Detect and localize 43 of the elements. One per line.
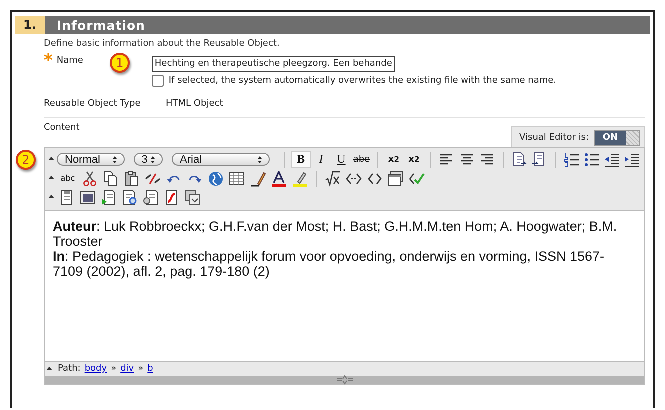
path-separator: » bbox=[138, 364, 144, 374]
path-label: Path: bbox=[58, 364, 81, 374]
numbered-list-icon[interactable] bbox=[562, 151, 582, 168]
mashup-icon[interactable] bbox=[183, 189, 203, 206]
checkbox-label: If selected, the system automatically overwrites the existing file with the same name. bbox=[168, 76, 557, 86]
path-link[interactable]: b bbox=[148, 364, 154, 374]
square-root-icon[interactable] bbox=[323, 170, 343, 187]
field-label: Content bbox=[44, 123, 80, 133]
callout-badge: 1 bbox=[110, 53, 130, 73]
resize-handle[interactable] bbox=[45, 376, 644, 384]
editor-paragraph: In: Pedagogiek : wetenschappelijk forum voor opvoeding, onderwijs en vorming, ISSN 1567-7109 (2002), afl. 2, pag. 179-180 (2) bbox=[53, 249, 606, 279]
path-link[interactable]: div bbox=[120, 364, 134, 374]
visual-editor-toggle[interactable]: ON bbox=[594, 130, 640, 146]
format-button[interactable]: B bbox=[291, 151, 311, 168]
path-separator: » bbox=[111, 364, 117, 374]
document-link-icon[interactable] bbox=[141, 189, 161, 206]
table-icon[interactable] bbox=[227, 170, 247, 187]
field-label: Name bbox=[56, 56, 84, 68]
dropdown[interactable]: Normal bbox=[57, 153, 125, 166]
editor-paragraph: Auteur: Luk Robbroeckx; G.H.F.van der Most; H. Bast; G.H.M.M.ten Hom; A. Hoogwater; B.M. Trooster bbox=[53, 219, 618, 249]
pencil-icon[interactable] bbox=[248, 170, 268, 187]
highlighter-icon[interactable] bbox=[290, 170, 310, 187]
field-label: Reusable Object Type bbox=[44, 99, 142, 109]
globe-icon[interactable] bbox=[206, 170, 226, 187]
format-button[interactable]: abe bbox=[352, 151, 372, 168]
section-title: Information bbox=[45, 16, 650, 34]
bullet-list-icon[interactable] bbox=[582, 151, 602, 168]
format-button[interactable]: I bbox=[312, 151, 331, 168]
section-number: 1. bbox=[15, 16, 45, 34]
field-value: HTML Object bbox=[166, 99, 224, 109]
dropdown[interactable]: 3 bbox=[134, 153, 164, 166]
toggle-label: Visual Editor is: bbox=[520, 133, 589, 143]
name-field[interactable]: Hechting en therapeutische pleegzorg. Een behande bbox=[152, 56, 396, 72]
spellcheck-button[interactable]: abc bbox=[57, 170, 79, 187]
font-color-icon[interactable] bbox=[269, 170, 289, 187]
window-icon[interactable] bbox=[386, 170, 406, 187]
dropdown[interactable]: Arial bbox=[172, 153, 270, 166]
format-button[interactable]: U bbox=[332, 151, 352, 168]
callout-badge: 2 bbox=[16, 150, 36, 170]
section-description: Define basic information about the Reusable Object. bbox=[44, 39, 281, 49]
path-link[interactable]: body bbox=[84, 364, 108, 374]
checkbox[interactable] bbox=[152, 75, 164, 87]
image-icon[interactable] bbox=[78, 189, 98, 206]
